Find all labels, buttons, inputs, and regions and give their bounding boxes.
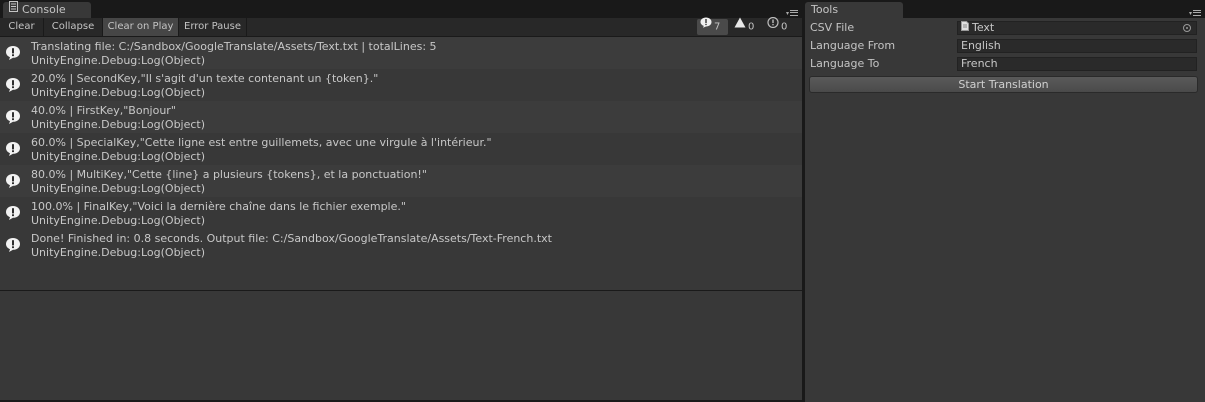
collapse-button[interactable]: Collapse [44,18,103,36]
object-picker-icon[interactable] [1183,24,1191,32]
error-count-toggle[interactable]: 0 [764,16,796,35]
console-panel-menu-icon[interactable]: ▾ [786,9,798,17]
log-entry[interactable]: 60.0% | SpecialKey,"Cette ligne est entr… [0,133,802,165]
log-message: 80.0% | MultiKey,"Cette {line} a plusieu… [31,168,427,181]
log-message: 100.0% | FinalKey,"Voici la dernière cha… [31,200,406,213]
log-message: Translating file: C:/Sandbox/GoogleTrans… [31,40,437,53]
language-to-field[interactable]: French [957,57,1197,71]
language-from-label: Language From [810,39,896,52]
log-list: Translating file: C:/Sandbox/GoogleTrans… [0,37,802,261]
csv-file-value: Text [972,21,995,34]
tab-tools[interactable]: Tools [805,2,903,18]
info-message-icon [5,109,21,125]
language-to-value: French [961,57,998,70]
console-panel: Console ▾ Clear Collapse Clear on Play E… [0,0,802,402]
console-tab-icon [9,1,18,17]
log-entry[interactable]: 20.0% | SecondKey,"Il s'agit d'un texte … [0,69,802,101]
warning-icon [734,17,746,34]
log-stacktrace: UnityEngine.Debug:Log(Object) [31,182,206,195]
console-tab-label: Console [22,3,66,16]
log-entry[interactable]: Done! Finished in: 0.8 seconds. Output f… [0,229,802,261]
language-from-field[interactable]: English [957,39,1197,53]
log-entry[interactable]: 80.0% | MultiKey,"Cette {line} a plusieu… [0,165,802,197]
error-icon [767,16,779,34]
log-stacktrace: UnityEngine.Debug:Log(Object) [31,214,206,227]
start-translation-button[interactable]: Start Translation [809,76,1198,93]
log-stacktrace: UnityEngine.Debug:Log(Object) [31,54,206,67]
tab-console[interactable]: Console [3,1,91,18]
log-stacktrace: UnityEngine.Debug:Log(Object) [31,118,206,131]
log-entry[interactable]: 100.0% | FinalKey,"Voici la dernière cha… [0,197,802,229]
language-from-value: English [961,39,1001,52]
log-message: 60.0% | SpecialKey,"Cette ligne est entr… [31,136,492,149]
text-asset-icon [961,20,969,34]
info-message-icon [5,141,21,157]
log-message: 40.0% | FirstKey,"Bonjour" [31,104,176,117]
error-count: 0 [781,21,788,33]
clear-button[interactable]: Clear [0,18,44,36]
log-details-area [0,291,802,402]
log-message: 20.0% | SecondKey,"Il s'agit d'un texte … [31,72,379,85]
log-stacktrace: UnityEngine.Debug:Log(Object) [31,150,206,163]
language-to-label: Language To [810,57,880,70]
info-message-icon [5,77,21,93]
warning-count: 0 [748,21,755,33]
info-message-icon [5,45,21,61]
csv-file-field[interactable]: Text [957,20,1197,35]
console-tabstrip: Console ▾ [0,0,802,18]
info-message-icon [5,173,21,189]
info-message-icon [5,205,21,221]
log-entry[interactable]: 40.0% | FirstKey,"Bonjour" UnityEngine.D… [0,101,802,133]
info-count-toggle[interactable]: 7 [697,17,728,35]
tools-panel: Tools ▾ CSV File Text Language From Engl… [805,0,1205,402]
clear-on-play-button[interactable]: Clear on Play [103,18,179,36]
log-entry[interactable]: Translating file: C:/Sandbox/GoogleTrans… [0,37,802,69]
tools-panel-menu-icon[interactable]: ▾ [1189,9,1201,17]
info-icon [700,17,712,34]
log-stacktrace: UnityEngine.Debug:Log(Object) [31,86,206,99]
log-message: Done! Finished in: 0.8 seconds. Output f… [31,232,552,245]
info-count: 7 [714,21,721,33]
csv-file-label: CSV File [810,21,855,34]
tools-tabstrip: Tools ▾ [805,0,1205,18]
error-pause-button[interactable]: Error Pause [179,18,247,36]
tools-tab-label: Tools [811,3,839,16]
console-toolbar: Clear Collapse Clear on Play Error Pause… [0,16,802,37]
log-stacktrace: UnityEngine.Debug:Log(Object) [31,246,206,259]
info-message-icon [5,237,21,253]
warning-count-toggle[interactable]: 0 [731,17,761,35]
